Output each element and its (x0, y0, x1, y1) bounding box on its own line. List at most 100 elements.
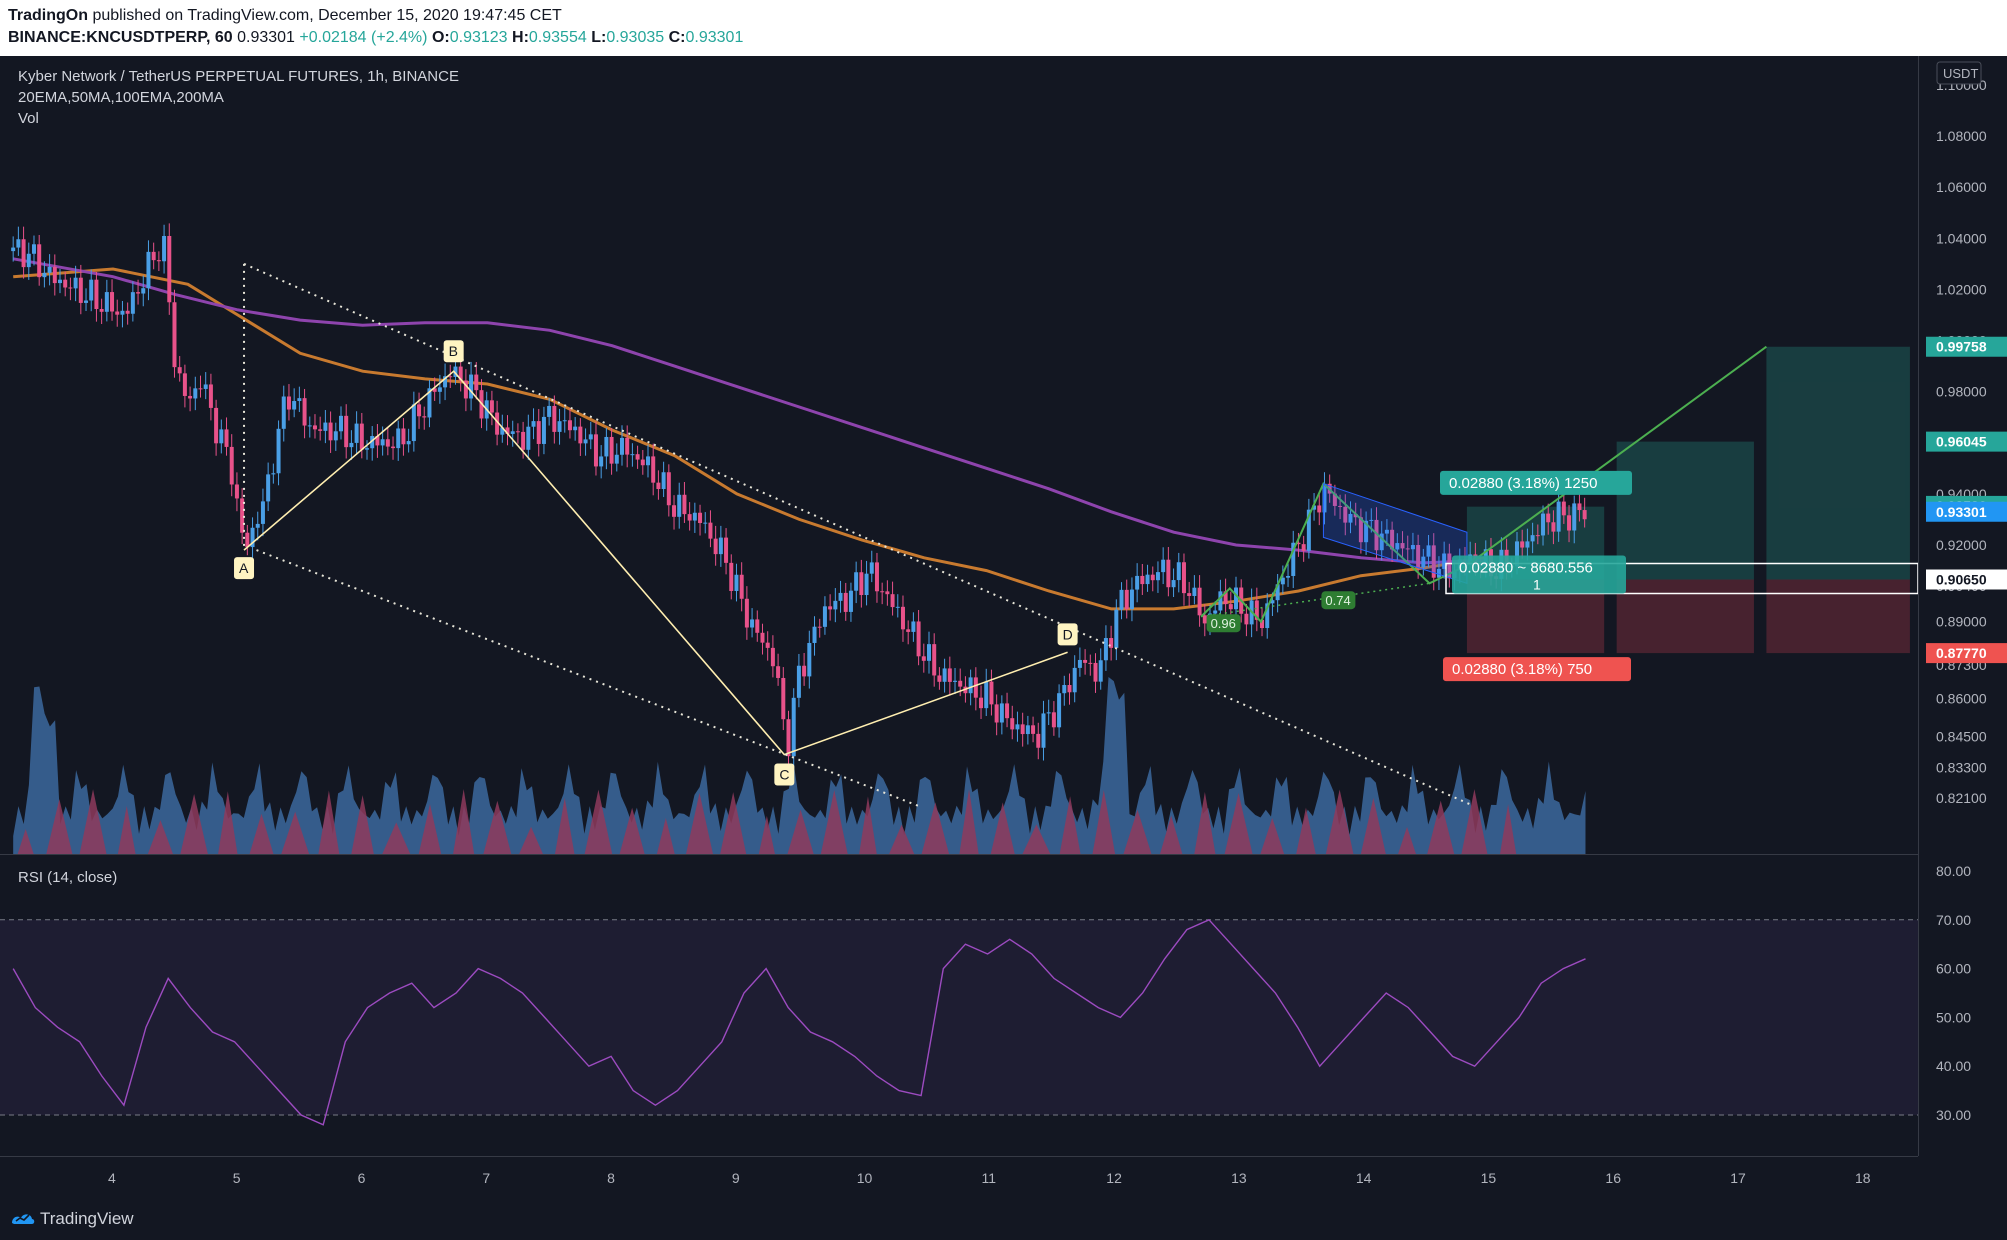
candle-body (822, 606, 827, 627)
rsi-tick-label: 50.00 (1936, 1009, 1971, 1025)
candle-body (58, 279, 63, 284)
time-tick-label: 5 (233, 1170, 241, 1186)
currency-label: USDT (1943, 66, 1978, 81)
candle-body (359, 423, 364, 450)
channel-upper-line (243, 262, 1474, 807)
candle-body (1036, 733, 1041, 748)
candle-body (838, 592, 843, 601)
footer-bar: TradingView (0, 1200, 2007, 1240)
candle-body (708, 522, 713, 539)
candle-body (672, 505, 677, 517)
candle-body (26, 253, 31, 268)
candle-body (765, 642, 770, 648)
legend-title[interactable]: Kyber Network / TetherUS PERPETUAL FUTUR… (18, 68, 459, 85)
time-axis-border (0, 1156, 1918, 1157)
abcd-point-label: C (779, 767, 789, 783)
high-value: 0.93554 (528, 29, 587, 46)
candle-body (1025, 725, 1030, 735)
candle-body (401, 428, 406, 445)
legend-rsi[interactable]: RSI (14, close) (18, 869, 117, 886)
stop-zone (1616, 579, 1754, 654)
candle-body (1561, 501, 1566, 516)
high-label: H: (512, 29, 529, 46)
candle-body (99, 309, 104, 312)
candle-body (68, 287, 73, 289)
candle-body (193, 388, 198, 399)
candle-body (817, 626, 822, 628)
change-value: +0.02184 (+2.4%) (299, 29, 428, 46)
candle-body (1525, 541, 1530, 548)
candle-body (640, 459, 645, 466)
candle-body (682, 494, 687, 515)
candle-body (859, 572, 864, 596)
candle-body (328, 422, 333, 441)
candle-body (646, 456, 651, 466)
candle-body (130, 292, 135, 314)
legend-volume[interactable]: Vol (18, 110, 39, 127)
ohlc-line: BINANCE:KNCUSDTPERP, 60 0.93301 +0.02184… (8, 29, 743, 47)
candle-body (1202, 615, 1207, 624)
candle-body (906, 629, 911, 632)
candle-body (770, 647, 775, 667)
candle-body (1286, 575, 1291, 578)
candle-body (63, 279, 68, 288)
candle-body (796, 665, 801, 698)
candle-body (1067, 685, 1072, 693)
moving-averages (12, 257, 1486, 611)
position-boxes (1466, 346, 1910, 654)
candle-body (1530, 535, 1535, 542)
candle-body (1228, 604, 1233, 610)
candle-body (802, 665, 807, 677)
candle-body (1041, 713, 1046, 748)
candle-body (510, 431, 515, 434)
publisher-name[interactable]: TradingOn (8, 7, 88, 24)
candle-body (260, 501, 265, 524)
candle-body (1155, 572, 1160, 581)
tradingview-brand[interactable]: TradingView (40, 1209, 134, 1229)
candle-body (1005, 703, 1010, 719)
candle-body (214, 407, 219, 444)
candle-body (255, 523, 260, 528)
candle-body (1176, 562, 1181, 581)
candle-body (854, 572, 859, 591)
candle-body (614, 454, 619, 464)
candle-body (1218, 591, 1223, 611)
candle-body (547, 405, 552, 417)
candle-body (396, 428, 401, 449)
candle-body (1119, 589, 1124, 610)
target-label: 0.02880 (3.18%) 1250 (1449, 475, 1597, 492)
legend-indicators[interactable]: 20EMA,50MA,100EMA,200MA (18, 89, 224, 106)
entry-label: 0.02880 ~ 8680.556 (1459, 560, 1593, 577)
candle-body (365, 448, 370, 450)
candle-body (1083, 659, 1088, 663)
time-tick-label: 11 (982, 1170, 997, 1186)
channel-lower-line (256, 549, 919, 807)
price-chart[interactable]: A B C D 0.96 0.74 0.02880 (3.18%) 1250 0.02880 … (0, 56, 2007, 1200)
price-tick-label: 0.82100 (1936, 790, 1987, 806)
price-axis-label: 0.87770 (1936, 645, 1987, 661)
candle-body (78, 277, 83, 303)
time-tick-label: 18 (1855, 1170, 1871, 1186)
candle-body (1031, 725, 1036, 734)
candle-body (1317, 505, 1322, 513)
candle-body (807, 642, 812, 677)
candle-body (869, 562, 874, 574)
moving-average-line (13, 267, 1486, 611)
candle-body (172, 302, 177, 368)
candle-body (625, 437, 630, 455)
candle-body (141, 288, 146, 294)
candle-body (609, 436, 614, 464)
symbol-line: BINANCE:KNCUSDTPERP, 60 (8, 29, 233, 46)
time-tick-label: 10 (857, 1170, 873, 1186)
candle-body (635, 454, 640, 460)
candle-body (245, 532, 250, 548)
candle-body (973, 677, 978, 698)
candle-body (1161, 559, 1166, 573)
candle-body (604, 436, 609, 457)
candle-body (203, 384, 208, 389)
candle-body (864, 573, 869, 596)
candle-body (281, 396, 286, 429)
candle-body (911, 621, 916, 632)
time-tick-label: 14 (1356, 1170, 1372, 1186)
candle-body (1150, 574, 1155, 581)
